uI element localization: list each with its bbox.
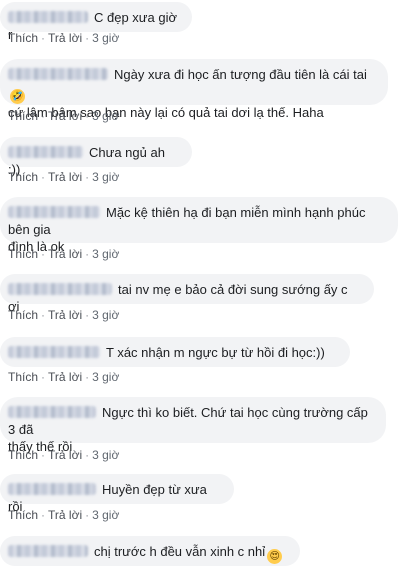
reply-link[interactable]: Trả lời [48, 508, 82, 522]
comment-text: chị trước h đều vẫn xinh c nhỉ [94, 544, 266, 559]
separator: · [85, 448, 90, 462]
separator: · [85, 508, 90, 522]
comment-bubble: Ngày xưa đi học ấn tượng đầu tiên là cái… [0, 59, 388, 120]
timestamp[interactable]: 3 giờ [92, 308, 119, 322]
reply-link[interactable]: Trả lời [48, 170, 82, 184]
timestamp[interactable]: 3 giờ [92, 247, 119, 261]
comment-bubble: T xác nhận m ngực bự từ hồi đi học:)) [0, 337, 350, 367]
comment-bubble: Ngực thì ko biết. Chứ tai học cùng trườn… [0, 397, 386, 454]
separator: · [85, 370, 90, 384]
separator: · [85, 31, 90, 45]
separator: · [41, 109, 46, 123]
like-link[interactable]: Thích [8, 308, 38, 322]
separator: · [85, 308, 90, 322]
separator: · [41, 370, 46, 384]
comment-bubble: C đẹp xưa giờ r [0, 2, 192, 42]
comment-actions: Thích · Trả lời · 3 giờ [8, 31, 119, 45]
commenter-name-blurred[interactable] [8, 206, 100, 218]
reply-link[interactable]: Trả lời [48, 370, 82, 384]
separator: · [41, 308, 46, 322]
comment-bubble: tai nv mẹ e bảo cả đời sung sướng ấy c ơ… [0, 274, 374, 314]
reply-link[interactable]: Trả lời [48, 448, 82, 462]
separator: · [41, 31, 46, 45]
comment-actions: Thích · Trả lời · 3 giờ [8, 170, 119, 184]
commenter-name-blurred[interactable] [8, 483, 96, 495]
commenter-name-blurred[interactable] [8, 406, 96, 418]
commenter-name-blurred[interactable] [8, 545, 88, 557]
comment-actions: Thích · Trả lời · 3 giờ [8, 370, 119, 384]
timestamp[interactable]: 3 giờ [92, 109, 119, 123]
like-link[interactable]: Thích [8, 109, 38, 123]
comment-bubble: Mặc kệ thiên hạ đi bạn miễn mình hạnh ph… [0, 197, 398, 254]
comment-bubble: Chưa ngủ ah :)) [0, 137, 192, 177]
comment-actions: Thích · Trả lời · 3 giờ [8, 508, 119, 522]
like-link[interactable]: Thích [8, 370, 38, 384]
timestamp[interactable]: 3 giờ [92, 370, 119, 384]
comment-actions: Thích · Trả lời · 3 giờ [8, 109, 119, 123]
separator: · [41, 247, 46, 261]
separator: · [41, 448, 46, 462]
commenter-name-blurred[interactable] [8, 283, 112, 295]
commenter-name-blurred[interactable] [8, 11, 88, 23]
reply-link[interactable]: Trả lời [48, 109, 82, 123]
commenter-name-blurred[interactable] [8, 68, 108, 80]
reply-link[interactable]: Trả lời [48, 247, 82, 261]
comment-text: T xác nhận m ngực bự từ hồi đi học:)) [106, 345, 325, 360]
rolling-on-floor-laughing-icon: 🤣 [10, 89, 25, 104]
comment-actions: Thích · Trả lời · 3 giờ [8, 448, 119, 462]
like-link[interactable]: Thích [8, 448, 38, 462]
comment-actions: Thích · Trả lời · 3 giờ [8, 247, 119, 261]
comment-bubble: Huyền đẹp từ xưa rồi [0, 474, 234, 514]
separator: · [41, 170, 46, 184]
timestamp[interactable]: 3 giờ [92, 448, 119, 462]
commenter-name-blurred[interactable] [8, 146, 83, 158]
timestamp[interactable]: 3 giờ [92, 508, 119, 522]
commenter-name-blurred[interactable] [8, 346, 100, 358]
like-link[interactable]: Thích [8, 508, 38, 522]
reply-link[interactable]: Trả lời [48, 308, 82, 322]
separator: · [85, 170, 90, 184]
separator: · [41, 508, 46, 522]
comment-text: Ngày xưa đi học ấn tượng đầu tiên là cái… [114, 67, 367, 82]
separator: · [85, 109, 90, 123]
timestamp[interactable]: 3 giờ [92, 170, 119, 184]
comment-actions: Thích · Trả lời · 3 giờ [8, 308, 119, 322]
reply-link[interactable]: Trả lời [48, 31, 82, 45]
heart-eyes-icon: 😍 [267, 549, 283, 564]
separator: · [85, 247, 90, 261]
comment-bubble: chị trước h đều vẫn xinh c nhỉ 😍 [0, 536, 300, 566]
like-link[interactable]: Thích [8, 247, 38, 261]
timestamp[interactable]: 3 giờ [92, 31, 119, 45]
like-link[interactable]: Thích [8, 170, 38, 184]
like-link[interactable]: Thích [8, 31, 38, 45]
